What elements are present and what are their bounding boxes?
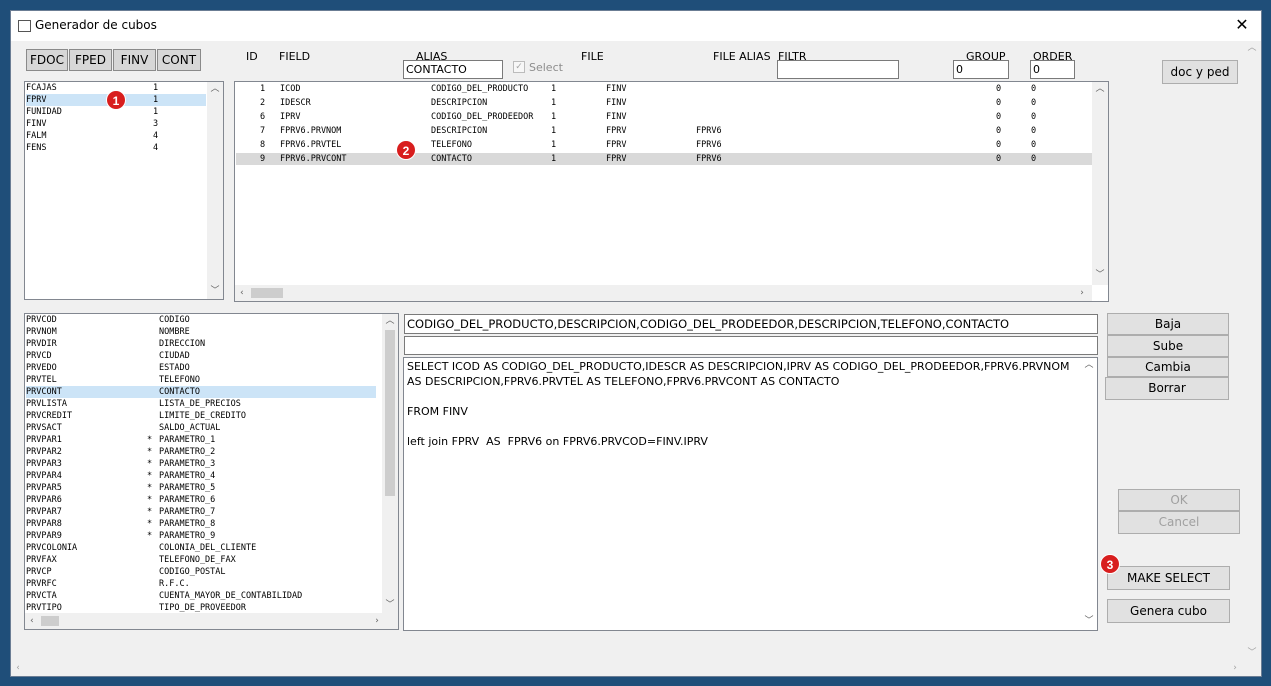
hscroll-thumb[interactable] <box>41 616 59 626</box>
list-item[interactable]: PRVLISTA LISTA_DE_PRECIOS <box>26 398 376 410</box>
list-item[interactable]: PRVCREDIT LIMITE_DE_CREDITO <box>26 410 376 422</box>
table-row[interactable]: 1 ICOD CODIGO_DEL_PRODUCTO 1 FINV 0 0 <box>236 83 1092 95</box>
chevron-down-icon[interactable]: ﹀ <box>208 284 222 298</box>
second-line-input[interactable] <box>404 336 1098 355</box>
list-item[interactable]: PRVPAR9 * PARAMETRO_9 <box>26 530 376 542</box>
chevron-right-icon[interactable]: › <box>370 614 384 628</box>
window-hscroll[interactable]: ‹ › <box>11 660 1244 676</box>
list-item[interactable]: FENS 4 <box>26 142 206 154</box>
chevron-right-icon[interactable]: › <box>1075 286 1089 300</box>
table-row[interactable]: 8 FPRV6.PRVTEL TELEFONO 1 FPRV FPRV6 0 0 <box>236 139 1092 151</box>
list-item[interactable]: PRVPAR7 * PARAMETRO_7 <box>26 506 376 518</box>
chevron-up-icon[interactable]: ︿ <box>1082 358 1096 372</box>
aliases-line[interactable]: CODIGO_DEL_PRODUCTO,DESCRIPCION,CODIGO_D… <box>404 314 1098 334</box>
vscroll-thumb[interactable] <box>385 330 395 496</box>
header-field: FIELD <box>279 50 311 63</box>
list-item[interactable]: PRVNOM NOMBRE <box>26 326 376 338</box>
list-item[interactable]: PRVPAR4 * PARAMETRO_4 <box>26 470 376 482</box>
chevron-left-icon[interactable]: ‹ <box>11 661 25 675</box>
generador-window: Generador de cubos ✕ FDOC FPED FINV CONT… <box>10 10 1262 677</box>
list-item[interactable]: PRVPAR8 * PARAMETRO_8 <box>26 518 376 530</box>
column-list-hscroll[interactable]: ‹ › <box>25 613 398 629</box>
cancel-button[interactable]: Cancel <box>1118 511 1240 534</box>
order-input[interactable]: 0 <box>1030 60 1075 79</box>
table-row[interactable]: 9 FPRV6.PRVCONT CONTACTO 1 FPRV FPRV6 0 … <box>236 153 1092 165</box>
sql-textarea[interactable]: SELECT ICOD AS CODIGO_DEL_PRODUCTO,IDESC… <box>403 357 1098 631</box>
annotation-badge-3: 3 <box>1100 554 1120 574</box>
sql-text[interactable]: SELECT ICOD AS CODIGO_DEL_PRODUCTO,IDESC… <box>407 359 1075 449</box>
list-item[interactable]: PRVCOLONIA COLONIA_DEL_CLIENTE <box>26 542 376 554</box>
ok-button[interactable]: OK <box>1118 489 1240 511</box>
file-list[interactable]: FCAJAS 1 FPRV 1 FUNIDAD 1 FINV 3 FALM 4 FENS 4… <box>24 81 224 300</box>
chevron-down-icon[interactable]: ﹀ <box>1082 614 1096 628</box>
select-label: Select <box>529 61 563 74</box>
table-row[interactable]: 7 FPRV6.PRVNOM DESCRIPCION 1 FPRV FPRV6 … <box>236 125 1092 137</box>
list-item[interactable]: PRVSACT SALDO_ACTUAL <box>26 422 376 434</box>
borrar-button[interactable]: Borrar <box>1105 377 1229 400</box>
column-list[interactable]: PRVCOD CODIGO PRVNOM NOMBRE PRVDIR DIRECCIO… <box>24 313 399 630</box>
close-icon[interactable]: ✕ <box>1229 13 1255 37</box>
chevron-up-icon[interactable]: ︿ <box>383 314 397 328</box>
list-item[interactable]: PRVFAX TELEFONO_DE_FAX <box>26 554 376 566</box>
list-item[interactable]: FINV 3 <box>26 118 206 130</box>
header-id: ID <box>246 50 258 63</box>
column-list-vscroll[interactable]: ︿ ﹀ <box>382 314 398 613</box>
chevron-left-icon[interactable]: ‹ <box>25 614 39 628</box>
list-item[interactable]: PRVPAR5 * PARAMETRO_5 <box>26 482 376 494</box>
annotation-badge-2: 2 <box>396 140 416 160</box>
tab-cont[interactable]: CONT <box>157 49 201 71</box>
make-select-button[interactable]: MAKE SELECT <box>1107 566 1230 590</box>
header-file-alias: FILE ALIAS <box>713 50 771 63</box>
genera-cubo-button[interactable]: Genera cubo <box>1107 599 1230 623</box>
tab-fped[interactable]: FPED <box>69 49 112 71</box>
list-item[interactable]: PRVCOD CODIGO <box>26 314 376 326</box>
list-item[interactable]: PRVCP CODIGO_POSTAL <box>26 566 376 578</box>
chevron-up-icon[interactable]: ︿ <box>1093 82 1107 96</box>
fields-grid-hscroll[interactable]: ‹ › <box>235 285 1092 301</box>
select-checkbox[interactable]: ✓ <box>513 61 525 73</box>
chevron-down-icon[interactable]: ﹀ <box>383 598 397 612</box>
chevron-left-icon[interactable]: ‹ <box>235 286 249 300</box>
alias-input[interactable]: CONTACTO <box>403 60 503 79</box>
title-bar: Generador de cubos ✕ <box>11 11 1261 41</box>
window-icon <box>18 20 31 32</box>
list-item[interactable]: PRVPAR6 * PARAMETRO_6 <box>26 494 376 506</box>
fields-grid-vscroll[interactable]: ︿ ﹀ <box>1092 82 1108 285</box>
list-item[interactable]: PRVPAR2 * PARAMETRO_2 <box>26 446 376 458</box>
cambia-button[interactable]: Cambia <box>1107 357 1229 377</box>
chevron-down-icon[interactable]: ﹀ <box>1245 646 1259 660</box>
list-item[interactable]: PRVRFC R.F.C. <box>26 578 376 590</box>
chevron-down-icon[interactable]: ﹀ <box>1093 268 1107 282</box>
tab-finv[interactable]: FINV <box>113 49 156 71</box>
window-vscroll[interactable]: ︿ ﹀ <box>1244 41 1261 662</box>
chevron-up-icon[interactable]: ︿ <box>208 82 222 96</box>
list-item[interactable]: PRVCD CIUDAD <box>26 350 376 362</box>
list-item[interactable]: PRVCTA CUENTA_MAYOR_DE_CONTABILIDAD <box>26 590 376 602</box>
list-item[interactable]: PRVEDO ESTADO <box>26 362 376 374</box>
group-input[interactable]: 0 <box>953 60 1009 79</box>
tab-fdoc[interactable]: FDOC <box>26 49 68 71</box>
filtr-input[interactable] <box>777 60 899 79</box>
sube-button[interactable]: Sube <box>1107 335 1229 357</box>
list-item[interactable]: PRVTEL TELEFONO <box>26 374 376 386</box>
list-item[interactable]: PRVCONT CONTACTO <box>26 386 376 398</box>
annotation-badge-1: 1 <box>106 90 126 110</box>
list-item[interactable]: PRVPAR1 * PARAMETRO_1 <box>26 434 376 446</box>
doc-y-ped-button[interactable]: doc y ped <box>1162 60 1238 84</box>
table-row[interactable]: 2 IDESCR DESCRIPCION 1 FINV 0 0 <box>236 97 1092 109</box>
fields-grid[interactable]: 1 ICOD CODIGO_DEL_PRODUCTO 1 FINV 0 0 2 … <box>234 81 1109 302</box>
baja-button[interactable]: Baja <box>1107 313 1229 335</box>
list-item[interactable]: PRVDIR DIRECCION <box>26 338 376 350</box>
header-file: FILE <box>581 50 604 63</box>
list-item[interactable]: FALM 4 <box>26 130 206 142</box>
file-list-scrollbar[interactable]: ︿ ﹀ <box>207 82 223 299</box>
hscroll-thumb[interactable] <box>251 288 283 298</box>
list-item[interactable]: PRVPAR3 * PARAMETRO_3 <box>26 458 376 470</box>
chevron-right-icon[interactable]: › <box>1228 661 1242 675</box>
chevron-up-icon[interactable]: ︿ <box>1245 41 1259 55</box>
window-title: Generador de cubos <box>35 18 157 32</box>
sql-vscroll[interactable]: ︿ ﹀ <box>1081 358 1097 630</box>
table-row[interactable]: 6 IPRV CODIGO_DEL_PRODEEDOR 1 FINV 0 0 <box>236 111 1092 123</box>
